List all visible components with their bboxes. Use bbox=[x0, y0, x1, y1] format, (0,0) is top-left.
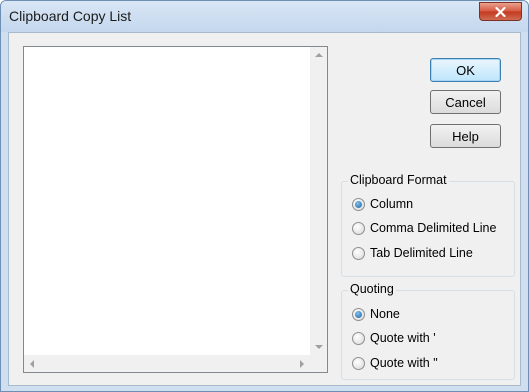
clipboard-format-group: Clipboard Format Column Comma Delimited … bbox=[341, 173, 515, 277]
radio-label: Quote with " bbox=[370, 356, 438, 370]
scroll-left-arrow-icon[interactable] bbox=[30, 360, 34, 368]
help-button[interactable]: Help bbox=[430, 124, 501, 148]
dialog-client-area: OK Cancel Help Clipboard Format Column C… bbox=[8, 32, 521, 386]
quoting-group: Quoting None Quote with ' Quote with " bbox=[341, 282, 515, 380]
radio-button[interactable] bbox=[352, 221, 365, 235]
close-icon bbox=[495, 6, 506, 17]
radio-option-tab-delimited-line[interactable]: Tab Delimited Line bbox=[352, 246, 473, 260]
radio-option-comma-delimited-line[interactable]: Comma Delimited Line bbox=[352, 221, 496, 235]
radio-option-quote-with-single[interactable]: Quote with ' bbox=[352, 331, 436, 345]
ok-button[interactable]: OK bbox=[430, 58, 501, 82]
radio-option-none[interactable]: None bbox=[352, 307, 400, 321]
radio-label: Quote with ' bbox=[370, 331, 436, 345]
close-button[interactable] bbox=[479, 2, 522, 21]
quoting-label: Quoting bbox=[348, 282, 396, 296]
window-title: Clipboard Copy List bbox=[9, 8, 132, 24]
scroll-up-arrow-icon[interactable] bbox=[315, 53, 323, 57]
radio-label: Comma Delimited Line bbox=[370, 221, 497, 235]
radio-label: None bbox=[370, 307, 400, 321]
radio-label: Column bbox=[370, 197, 414, 211]
radio-button[interactable] bbox=[352, 246, 365, 260]
scrollbar-corner bbox=[310, 355, 327, 372]
radio-option-column[interactable]: Column bbox=[352, 197, 413, 211]
vertical-scrollbar[interactable] bbox=[310, 47, 327, 355]
horizontal-scrollbar[interactable] bbox=[24, 355, 310, 372]
copy-list-box[interactable] bbox=[23, 46, 328, 373]
cancel-button[interactable]: Cancel bbox=[430, 90, 501, 114]
radio-option-quote-with-double[interactable]: Quote with " bbox=[352, 356, 438, 370]
scroll-down-arrow-icon[interactable] bbox=[315, 345, 323, 349]
scroll-right-arrow-icon[interactable] bbox=[300, 360, 304, 368]
radio-button-selected[interactable] bbox=[352, 307, 365, 321]
dialog-window: Clipboard Copy List OK Cancel Help Clipb… bbox=[0, 0, 529, 392]
title-bar[interactable]: Clipboard Copy List bbox=[1, 1, 528, 32]
radio-label: Tab Delimited Line bbox=[370, 246, 473, 260]
radio-button[interactable] bbox=[352, 331, 365, 345]
radio-button[interactable] bbox=[352, 356, 365, 370]
radio-button-selected[interactable] bbox=[352, 197, 365, 211]
clipboard-format-label: Clipboard Format bbox=[348, 173, 449, 187]
